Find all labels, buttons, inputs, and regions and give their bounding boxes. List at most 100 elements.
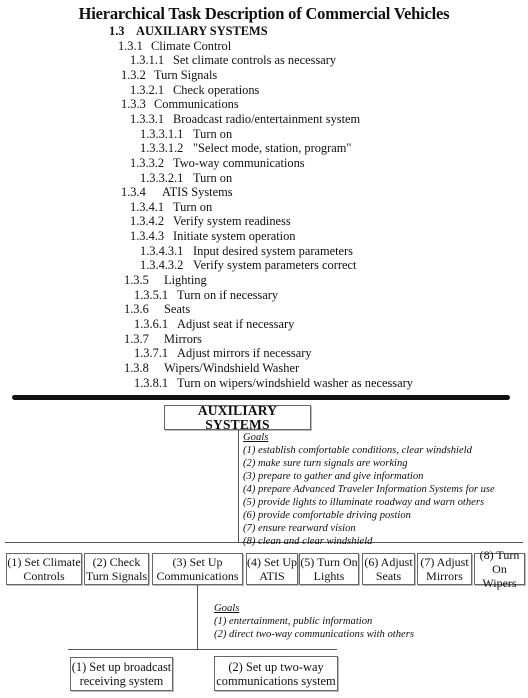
outline-item-text: Two-way communications xyxy=(173,155,305,170)
goal-item: (2) direct two-way communications with o… xyxy=(214,629,414,640)
page-title: Hierarchical Task Description of Commerc… xyxy=(78,4,450,23)
outline-item-number: 1.3.4.2 xyxy=(130,214,165,229)
outline-item-number: 1.3.5 xyxy=(124,273,149,288)
outline-item: 1.3.7 Mirrors xyxy=(124,332,202,346)
outline-item-number: 1.3.7.1 xyxy=(134,346,169,361)
root-goals: Goals (1) establish comfortable conditio… xyxy=(243,431,495,548)
outline-item: 1.3.4 ATIS Systems xyxy=(121,185,233,199)
outline-item: 1.3.3.1.1 Turn on xyxy=(140,127,232,141)
outline-item-text: "Select mode, station, program" xyxy=(193,141,352,156)
outline-item-number: 1.3.3.1 xyxy=(130,111,165,126)
outline-item-number: 1.3.3.1.1 xyxy=(140,126,184,141)
outline-item: 1.3.3.1 Broadcast radio/entertainment sys… xyxy=(130,112,360,126)
child-task-box-lights: (5) Turn On Lights xyxy=(299,553,359,585)
subtask-line1: (1) Set up broadcast xyxy=(71,660,172,674)
child-task-line2: Seats xyxy=(375,569,402,583)
subtask-line1: (2) Set up two-way xyxy=(228,659,324,674)
outline-item: 1.3.3.2 Two-way communications xyxy=(130,156,305,170)
outline-item: 1.3.5.1 Turn on if necessary xyxy=(134,288,278,302)
outline-item: 1.3.1.1 Set climate controls as necessary xyxy=(130,53,336,67)
goal-item: (4) prepare Advanced Traveler Informatio… xyxy=(243,484,495,495)
root-task-label: AUXILIARY SYSTEMS xyxy=(197,402,278,432)
root-goals-heading: Goals xyxy=(243,432,269,443)
outline-item: 1.3.2.1 Check operations xyxy=(130,83,259,97)
outline-item-text: Turn on if necessary xyxy=(177,287,279,302)
child-task-line2: Communications xyxy=(156,569,239,583)
child-task-box-mirrors: (7) Adjust Mirrors xyxy=(417,553,472,585)
outline-item-text: Initiate system operation xyxy=(173,229,296,244)
outline-item-number: 1.3.3.2.1 xyxy=(140,170,184,185)
outline-item-text: Broadcast radio/entertainment system xyxy=(173,111,361,126)
goal-item: (1) entertainment, public information xyxy=(214,616,373,627)
outline-item-number: 1.3.4 xyxy=(121,185,146,200)
child-task-box-turn-signals: (2) Check Turn Signals xyxy=(84,553,149,585)
outline-item-number: 1.3.4.3.1 xyxy=(140,243,184,258)
outline-item: 1.3.4.3 Initiate system operation xyxy=(130,229,296,243)
outline-item-number: 1.3.8 xyxy=(124,360,149,375)
outline-item-text: Seats xyxy=(164,302,191,317)
child-task-box-wipers: (8) Turn On Wipers xyxy=(474,548,525,590)
child-task-line1: (8) Turn xyxy=(479,548,520,562)
goal-item: (3) prepare to gather and give informati… xyxy=(243,471,424,482)
goal-item: (5) provide lights to illuminate roadway… xyxy=(243,497,485,508)
outline-item-text: Adjust mirrors if necessary xyxy=(177,346,312,361)
outline-item-text: Turn on xyxy=(193,126,233,141)
outline-item-number: 1.3.3 xyxy=(121,97,146,112)
outline-item-number: 1.3.6 xyxy=(124,302,149,317)
comm-children-connector-horizontal xyxy=(68,649,337,650)
child-task-line2: ATIS xyxy=(259,569,285,583)
child-task-line1: (4) Set Up xyxy=(247,555,297,569)
outline-item-number: 1.3 xyxy=(109,24,125,38)
outline-item: 1.3.4.2 Verify system readiness xyxy=(130,214,291,228)
comm-connector-vertical xyxy=(197,585,198,649)
child-task-box-atis: (4) Set Up ATIS xyxy=(246,553,298,585)
outline-item-text: Communications xyxy=(154,97,239,112)
outline-item-number: 1.3.3.1.2 xyxy=(140,141,184,156)
child-task-line2: Controls xyxy=(23,569,65,583)
outline-item: 1.3.1 Climate Control xyxy=(118,39,231,53)
outline-item: 1.3.4.1 Turn on xyxy=(130,200,212,214)
outline-item-number: 1.3.2.1 xyxy=(130,82,165,97)
comm-subtask-box-broadcast: (1) Set up broadcast receiving system xyxy=(70,657,173,691)
outline-item-text: ATIS Systems xyxy=(162,185,233,200)
goal-item: (8) clean and clear windshield xyxy=(243,536,373,547)
root-connector-vertical xyxy=(238,430,239,542)
outline-item-text: Mirrors xyxy=(164,331,202,346)
goal-item: (7) ensure rearward vision xyxy=(243,523,356,534)
outline-item-text: Lighting xyxy=(164,273,207,288)
goal-item: (6) provide comfortable driving postion xyxy=(243,510,411,521)
outline-item: 1.3 AUXILIARY SYSTEMS xyxy=(109,24,268,38)
child-task-line2: On Wipers xyxy=(482,562,517,590)
root-task-box: AUXILIARY SYSTEMS xyxy=(164,402,311,432)
outline-item-number: 1.3.4.1 xyxy=(130,199,165,214)
child-task-line1: (3) Set Up xyxy=(172,555,223,569)
outline-item-text: Turn on xyxy=(173,199,213,214)
outline-item: 1.3.3 Communications xyxy=(121,97,239,111)
child-task-box-seats: (6) Adjust Seats xyxy=(362,553,415,585)
child-task-box-communications: (3) Set Up Communications xyxy=(152,553,243,585)
comm-subtask-box-two-way: (2) Set up two-way communications system xyxy=(214,656,338,691)
outline-item-number: 1.3.2 xyxy=(121,67,146,82)
child-task-line1: (1) Set Climate xyxy=(7,555,81,569)
outline-item-number: 1.3.3.2 xyxy=(130,155,165,170)
outline-item-number: 1.3.8.1 xyxy=(134,375,169,390)
outline-item-text: Climate Control xyxy=(151,38,232,53)
child-task-line1: (7) Adjust xyxy=(420,555,469,569)
outline-item-number: 1.3.1.1 xyxy=(130,53,165,68)
outline-item: 1.3.6 Seats xyxy=(124,302,190,316)
outline-item-number: 1.3.4.3.2 xyxy=(140,258,184,273)
outline-item-number: 1.3.7 xyxy=(124,331,149,346)
outline-item-text: Adjust seat if necessary xyxy=(177,317,295,331)
outline-item: 1.3.5 Lighting xyxy=(124,273,207,287)
outline-item-text: Turn on xyxy=(193,170,233,185)
comm-goals-heading: Goals xyxy=(214,603,240,614)
comm-goals: Goals (1) entertainment, public informat… xyxy=(214,602,414,641)
child-task-line2: Lights xyxy=(313,569,345,583)
child-task-line1: (6) Adjust xyxy=(364,555,413,569)
outline-item-text: Verify system parameters correct xyxy=(193,258,357,273)
outline-item: 1.3.8 Wipers/Windshield Washer xyxy=(124,361,299,375)
goal-item: (2) make sure turn signals are working xyxy=(243,458,408,469)
outline-item: 1.3.7.1 Adjust mirrors if necessary xyxy=(134,346,312,360)
outline-item-text: Check operations xyxy=(173,82,260,97)
outline-item-text: Turn on wipers/windshield washer as nece… xyxy=(177,375,413,390)
